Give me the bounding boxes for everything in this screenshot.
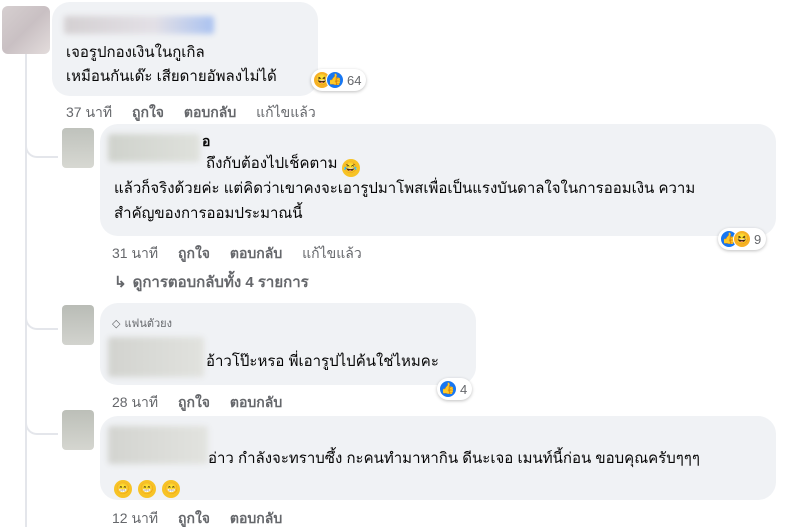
view-replies-link[interactable]: ↳ ดูการตอบกลับทั้ง 4 รายการ [114,270,309,294]
reply-arrow-icon: ↳ [114,274,127,291]
commenter-name-redacted[interactable] [108,426,208,464]
grin-icon: 😁 [138,480,157,498]
comment-time[interactable]: 12 นาที [112,508,158,527]
reply-button[interactable]: ตอบกลับ [230,243,282,265]
top-fan-badge: ◇ แฟนตัวยง [112,313,172,335]
avatar[interactable] [62,305,94,345]
edited-label[interactable]: แก้ไขแล้ว [302,243,362,265]
comment-bubble: ◇ แฟนตัวยง อ้าวโป๊ะหรอ พี่เอารูปไปค้นใช่… [100,303,476,385]
grin-icon: 😁 [114,480,132,498]
comment-actions: 28 นาที ถูกใจ ตอบกลับ [112,392,298,414]
comment-text-line: เหมือนกันเด๊ะ เสียดายอัพลงไม่ได้ [66,68,277,85]
comment-text: อ้าวโป๊ะหรอ พี่เอารูปไปค้นใช่ไหมคะ [206,353,439,370]
comment-text-line: ถึงกับต้องไปเช็คตาม 😂 [206,153,362,177]
laugh-tears-icon: 😂 [341,159,360,177]
commenter-name-redacted[interactable] [64,16,214,34]
reaction-count: 4 [460,381,468,397]
comment-actions: 31 นาที ถูกใจ ตอบกลับ แก้ไขแล้ว [112,243,378,265]
like-button[interactable]: ถูกใจ [132,102,164,124]
haha-icon: 😆 [733,230,751,248]
emoji-row: 😁 😁 😁 [114,474,182,498]
thread-connector [25,128,58,158]
avatar[interactable] [62,128,94,168]
like-icon: 👍 [326,71,344,89]
comment-text-line: เจอรูปกองเงินในกูเกิล [66,44,205,61]
like-icon: 👍 [439,380,457,398]
reaction-summary[interactable]: 👍 😆 9 [718,228,767,250]
commenter-name-redacted[interactable] [108,337,204,377]
reaction-summary[interactable]: 👍 4 [437,378,473,400]
comment-actions: 37 นาที ถูกใจ ตอบกลับ แก้ไขแล้ว [66,102,332,124]
comment-text-line: สำคัญของการออมประมาณนี้ [114,205,303,222]
comment-time[interactable]: 37 นาที [66,102,112,124]
reaction-count: 64 [347,72,362,88]
thread-connector [25,405,58,435]
diamond-icon: ◇ [112,318,121,330]
reaction-count: 9 [754,231,762,247]
comment-bubble: อ่าว กำลังจะทราบซึ้ง กะคนทำมาหากิน ดีนะเ… [100,416,776,500]
thread-connector [25,300,58,330]
commenter-name-suffix: อ [202,133,211,149]
comment-text-line: แล้วก็จริงด้วยค่ะ แต่คิดว่าเขาคงจะเอารูป… [114,180,696,197]
comment-bubble: เจอรูปกองเงินในกูเกิล เหมือนกันเด๊ะ เสีย… [52,2,318,96]
avatar[interactable] [2,6,50,54]
like-button[interactable]: ถูกใจ [178,243,210,265]
reaction-summary[interactable]: 😆 👍 64 [311,69,367,91]
commenter-name-redacted[interactable] [108,134,200,162]
like-button[interactable]: ถูกใจ [178,508,210,527]
grin-icon: 😁 [162,480,181,498]
avatar[interactable] [62,410,94,450]
reply-button[interactable]: ตอบกลับ [184,102,236,124]
thread-line [25,50,27,527]
comment-time[interactable]: 31 นาที [112,243,158,265]
like-button[interactable]: ถูกใจ [178,392,210,414]
comment-text: อ่าว กำลังจะทราบซึ้ง กะคนทำมาหากิน ดีนะเ… [208,450,700,467]
edited-label[interactable]: แก้ไขแล้ว [256,102,316,124]
comment-bubble: อ ถึงกับต้องไปเช็คตาม 😂 แล้วก็จริงด้วยค่… [100,124,776,236]
comment-actions: 12 นาที ถูกใจ ตอบกลับ [112,508,298,527]
reply-button[interactable]: ตอบกลับ [230,392,282,414]
comment-time[interactable]: 28 นาที [112,392,158,414]
reply-button[interactable]: ตอบกลับ [230,508,282,527]
